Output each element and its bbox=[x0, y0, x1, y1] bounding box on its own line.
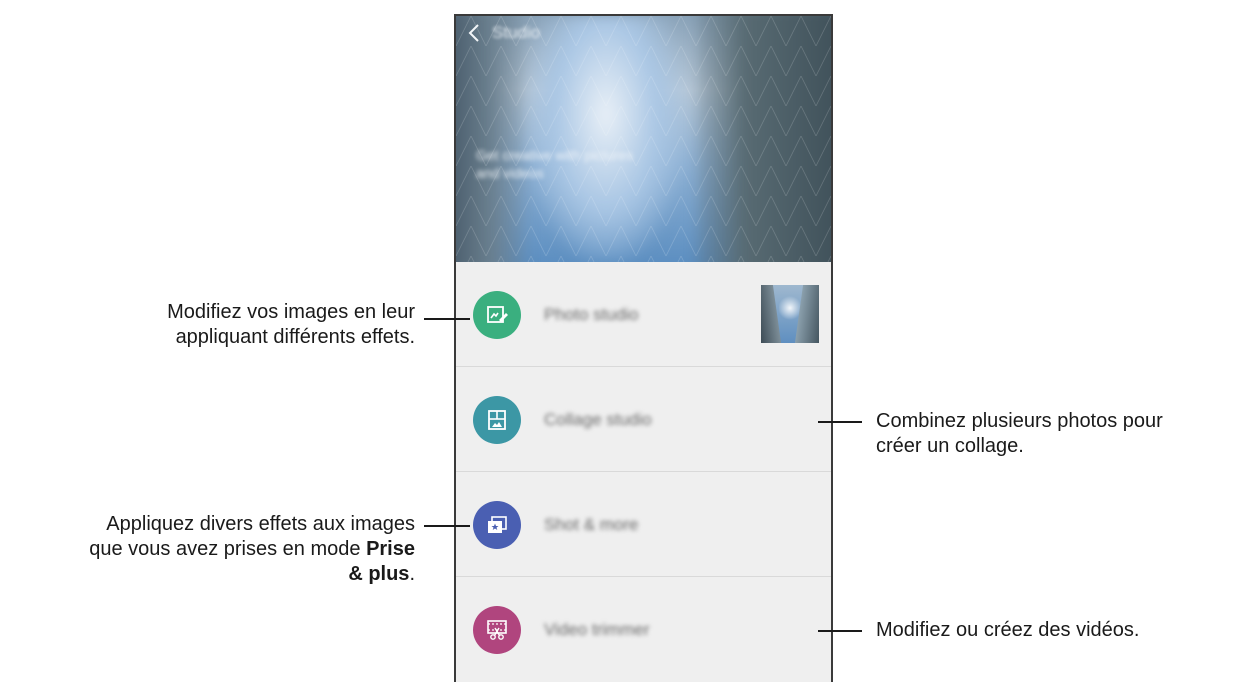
annotation-collage-studio-line2: créer un collage. bbox=[876, 435, 1024, 457]
chevron-left-icon[interactable] bbox=[462, 21, 486, 45]
list-item-video-trimmer[interactable]: Video trimmer bbox=[456, 577, 831, 682]
annotation-shot-more-line2: que vous avez prises en mode Prise bbox=[89, 538, 415, 560]
photo-thumbnail bbox=[761, 285, 819, 343]
phone-screen: Studio Get creative with pictures and vi… bbox=[454, 14, 833, 682]
item-label-photo-studio: Photo studio bbox=[544, 305, 639, 324]
annotation-video-trimmer: Modifiez ou créez des vidéos. bbox=[876, 618, 1139, 643]
annotation-shot-more-line3: & plus. bbox=[348, 563, 415, 585]
page: Studio Get creative with pictures and vi… bbox=[0, 0, 1249, 682]
item-label-shot-more: Shot & more bbox=[544, 515, 639, 534]
leader-photo-studio bbox=[424, 318, 470, 320]
annotation-shot-more: Appliquez divers effets aux images que v… bbox=[89, 512, 415, 587]
app-bar: Studio bbox=[456, 16, 831, 50]
item-label-video-trimmer: Video trimmer bbox=[544, 620, 650, 639]
list-item-collage-studio[interactable]: Collage studio bbox=[456, 367, 831, 472]
studio-list: Photo studio Collage studio Shot & more … bbox=[456, 262, 831, 682]
leader-shot-more bbox=[424, 525, 470, 527]
collage-icon bbox=[473, 396, 521, 444]
annotation-collage-studio: Combinez plusieurs photos pour créer un … bbox=[876, 409, 1163, 459]
annotation-photo-studio-line2: appliquant différents effets. bbox=[175, 326, 415, 348]
hero-tagline: Get creative with pictures and videos bbox=[476, 147, 634, 181]
hero-banner: Studio Get creative with pictures and vi… bbox=[456, 16, 831, 262]
annotation-collage-studio-line1: Combinez plusieurs photos pour bbox=[876, 410, 1163, 432]
hero-pattern bbox=[456, 16, 831, 262]
leader-video-trimmer bbox=[818, 630, 862, 632]
annotation-photo-studio-line1: Modifiez vos images en leur bbox=[167, 301, 415, 323]
leader-collage-studio bbox=[818, 421, 862, 423]
shot-more-icon bbox=[473, 501, 521, 549]
video-trim-icon bbox=[473, 606, 521, 654]
app-title: Studio bbox=[492, 23, 541, 42]
annotation-photo-studio: Modifiez vos images en leur appliquant d… bbox=[167, 300, 415, 350]
annotation-video-trimmer-line1: Modifiez ou créez des vidéos. bbox=[876, 619, 1140, 641]
list-item-shot-more[interactable]: Shot & more bbox=[456, 472, 831, 577]
list-item-photo-studio[interactable]: Photo studio bbox=[456, 262, 831, 367]
annotation-shot-more-line1: Appliquez divers effets aux images bbox=[106, 513, 415, 535]
item-label-collage-studio: Collage studio bbox=[544, 410, 652, 429]
photo-edit-icon bbox=[473, 291, 521, 339]
